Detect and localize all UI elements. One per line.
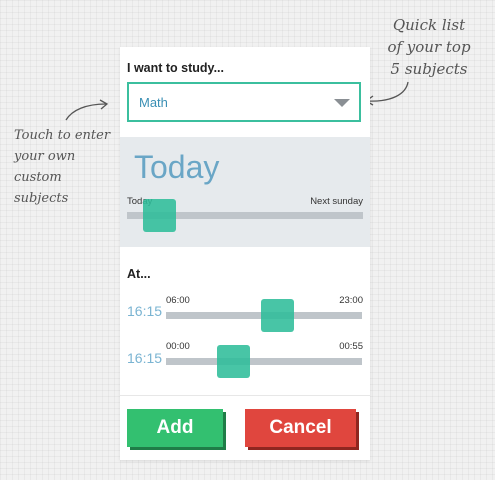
start-slider-min-label: 06:00 [166,295,190,306]
cancel-button[interactable]: Cancel [245,409,356,447]
duration-time-value: 16:15 [127,350,163,366]
annotation-line: Touch to enter [14,128,111,143]
caret-down-icon[interactable] [334,99,350,107]
divider [120,395,370,396]
annotation-custom-subjects: Touch to enter your own custom subjects [14,125,120,209]
day-slider-max-label: Next sunday [310,196,363,207]
subject-dropdown[interactable]: Math [127,82,361,122]
duration-slider-thumb[interactable] [216,345,250,378]
annotation-line: Quick list [392,16,466,34]
at-label: At... [127,267,151,281]
study-planner-card: I want to study... Math Today Today Next… [120,47,370,460]
duration-slider-max-label: 00:55 [339,341,363,352]
annotation-line: custom subjects [14,170,69,206]
annotation-line: your own [14,149,76,164]
annotation-line: 5 subjects [390,60,468,78]
annotation-quick-list: Quick list of your top 5 subjects [374,14,484,80]
day-section: Today Today Next sunday [120,137,370,247]
annotation-line: of your top [387,38,471,56]
start-slider-thumb[interactable] [260,299,294,332]
add-button[interactable]: Add [127,409,223,447]
duration-slider-min-label: 00:00 [166,341,190,352]
start-time-value: 16:15 [127,303,163,319]
annotation-arrow-icon [65,99,109,121]
start-slider-max-label: 23:00 [339,295,363,306]
subject-dropdown-value[interactable]: Math [139,95,168,110]
study-label: I want to study... [127,61,224,75]
day-slider-thumb[interactable] [143,199,177,232]
duration-slider-track[interactable] [166,358,362,365]
selected-day-display: Today [134,149,220,185]
